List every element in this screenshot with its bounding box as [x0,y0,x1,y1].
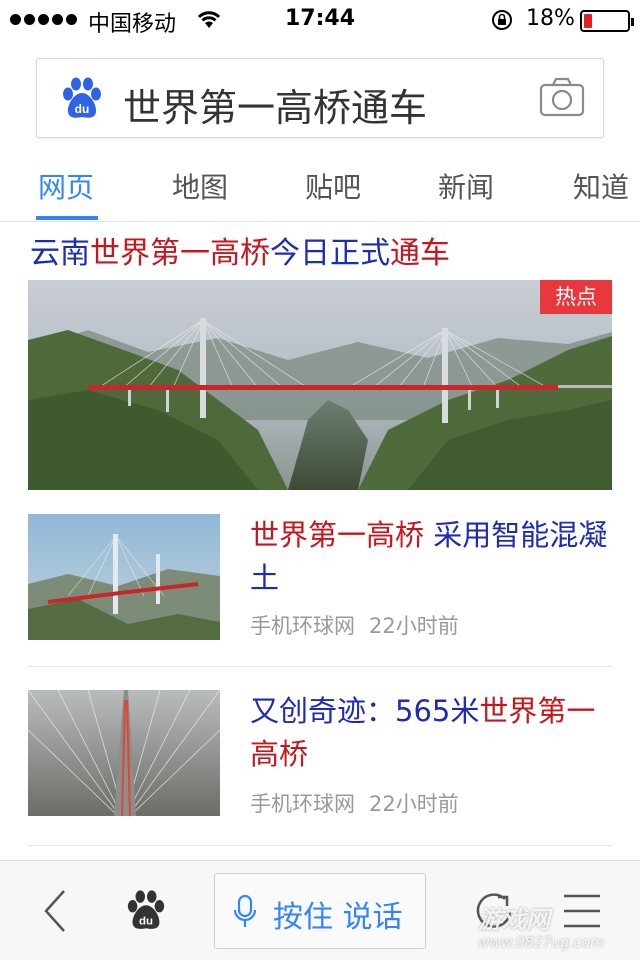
news-title-text: 又创奇迹：565米 [250,694,480,728]
news-thumbnail [28,690,220,816]
news-item[interactable]: 又创奇迹：565米世界第一高桥 手机环球网 22小时前 [28,690,612,820]
news-source: 手机环球网 [250,792,355,816]
headline-link[interactable]: 云南世界第一高桥今日正式通车 [30,228,450,272]
watermark-url: www.0827ug.com [478,935,604,951]
news-time: 22小时前 [369,792,459,816]
svg-text:du: du [139,915,153,927]
divider [28,666,612,667]
news-thumbnail [28,514,220,640]
tab-map[interactable]: 地图 [172,166,228,206]
camera-icon[interactable] [539,77,585,117]
status-bar: 中国移动 17:44 18% [0,0,640,40]
tab-tieba[interactable]: 贴吧 [305,166,361,206]
divider [28,845,612,846]
bridge-photo [28,280,612,490]
news-source: 手机环球网 [250,614,355,638]
battery-percent: 18% [526,6,575,31]
tab-news[interactable]: 新闻 [438,166,494,206]
search-input[interactable]: 世界第一高桥通车 [123,77,427,132]
news-title-highlight: 世界第一高桥 [250,518,425,552]
headline-highlight: 世界第一高桥 [90,236,270,271]
news-meta: 手机环球网 22小时前 [250,610,459,640]
headline-highlight: 通车 [390,236,450,271]
battery-icon [580,10,634,32]
hot-badge: 热点 [540,280,612,314]
headline-text: 今日正式 [270,236,390,271]
news-item[interactable]: 世界第一高桥 采用智能混凝土 手机环球网 22小时前 [28,514,612,644]
microphone-icon [233,894,257,927]
active-tab-indicator [36,216,98,220]
search-box[interactable]: du 世界第一高桥通车 [36,58,604,138]
hero-image[interactable]: 热点 [28,280,612,490]
watermark: 游戏网 www.0827ug.com [478,900,604,951]
baidu-home-icon[interactable]: du [124,889,168,933]
baidu-paw-icon[interactable]: du [59,77,105,121]
news-title[interactable]: 世界第一高桥 采用智能混凝土 [250,514,612,600]
news-title[interactable]: 又创奇迹：565米世界第一高桥 [250,690,612,776]
voice-button-label: 按住 说话 [273,900,403,935]
svg-text:du: du [75,102,90,116]
headline-text: 云南 [30,236,90,271]
news-meta: 手机环球网 22小时前 [250,788,459,818]
voice-search-button[interactable]: 按住 说话 [214,873,426,949]
news-time: 22小时前 [369,614,459,638]
watermark-text: 游戏网 [478,906,550,934]
tab-zhidao[interactable]: 知道 [573,166,629,206]
back-icon[interactable] [40,889,70,933]
rotation-lock-icon [492,10,512,30]
search-tabs: 网页 地图 贴吧 新闻 知道 [0,150,640,222]
tab-web[interactable]: 网页 [38,166,94,206]
